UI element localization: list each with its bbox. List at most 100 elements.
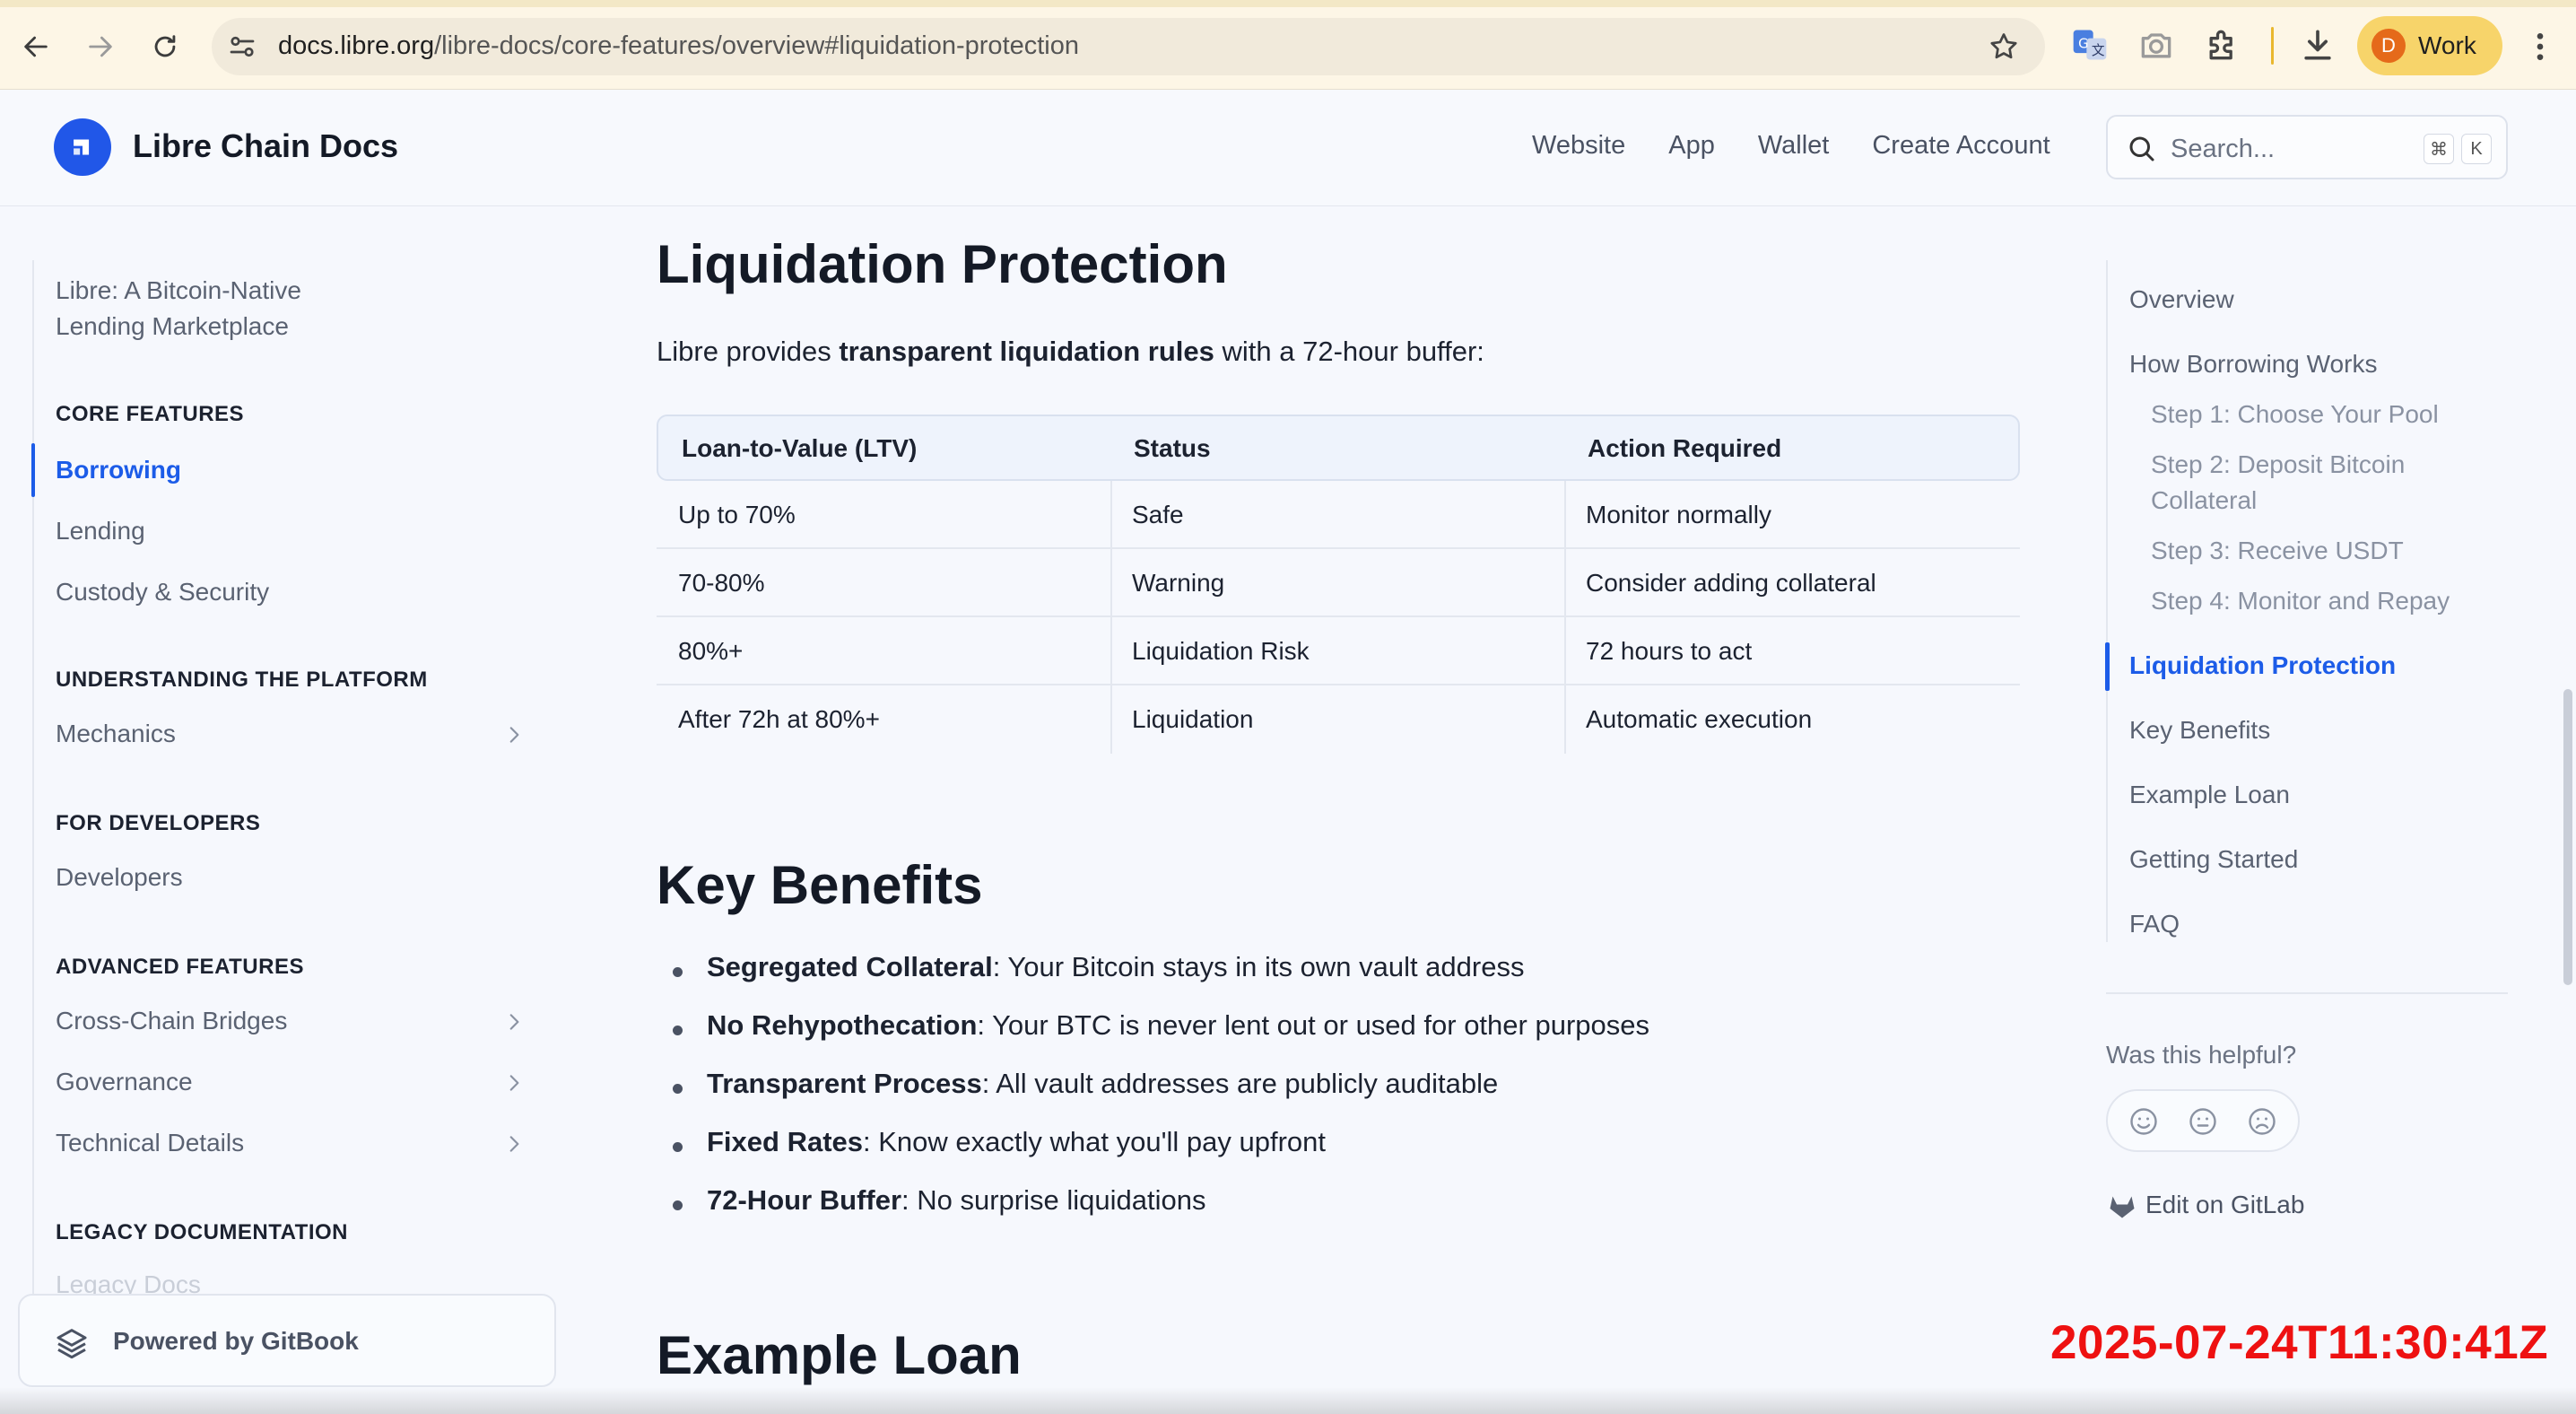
reload-button[interactable] [136, 20, 194, 74]
edit-on-gitlab-link[interactable]: Edit on GitLab [2145, 1191, 2304, 1219]
sidebar-item-technical-details[interactable]: Technical Details [56, 1125, 244, 1161]
chevron-right-icon[interactable] [502, 1010, 526, 1034]
sidebar-section-understanding: UNDERSTANDING THE PLATFORM [56, 668, 428, 692]
svg-text:G: G [2078, 37, 2088, 52]
profile-avatar: D [2371, 29, 2406, 63]
sidebar-item-borrowing[interactable]: Borrowing [56, 452, 181, 488]
tab-strip-edge [0, 0, 2576, 7]
sidebar-item-developers[interactable]: Developers [56, 860, 183, 895]
page-scrollbar[interactable] [2563, 689, 2572, 985]
powered-by-gitbook[interactable]: Powered by GitBook [18, 1294, 556, 1387]
toc-item-how-borrowing-works[interactable]: How Borrowing Works [2129, 346, 2377, 382]
toc-item-liquidation-protection[interactable]: Liquidation Protection [2129, 648, 2396, 684]
site-header: Libre Chain Docs Website App Wallet Crea… [0, 90, 2576, 206]
feedback-buttons [2106, 1089, 2300, 1152]
sidebar-item-governance[interactable]: Governance [56, 1064, 193, 1100]
bottom-shadow [0, 1387, 2576, 1414]
cell-action: Monitor normally [1586, 501, 1771, 528]
profile-button[interactable]: D Work [2357, 16, 2502, 75]
camera-extension-icon[interactable] [2137, 25, 2176, 65]
toc-item-step-4[interactable]: Step 4: Monitor and Repay [2151, 583, 2450, 619]
cell-ltv: After 72h at 80%+ [678, 705, 880, 733]
extensions-puzzle-icon[interactable] [2203, 25, 2242, 65]
toc-item-getting-started[interactable]: Getting Started [2129, 842, 2298, 877]
toc-item-step-2[interactable]: Step 2: Deposit Bitcoin Collateral [2151, 447, 2405, 519]
forward-button[interactable] [72, 20, 129, 74]
sidebar-rail [32, 260, 34, 1337]
site-title[interactable]: Libre Chain Docs [133, 127, 398, 165]
svg-text:文: 文 [2092, 43, 2105, 58]
sidebar-item-lending[interactable]: Lending [56, 513, 145, 549]
toc-item-example-loan[interactable]: Example Loan [2129, 777, 2290, 813]
search-input[interactable]: Search... ⌘ K [2106, 115, 2508, 179]
heading-key-benefits: Key Benefits [657, 855, 983, 915]
sidebar-item-cross-chain-bridges[interactable]: Cross-Chain Bridges [56, 1003, 287, 1039]
address-bar[interactable]: docs.libre.org/libre-docs/core-features/… [212, 18, 2045, 75]
toc-item-overview[interactable]: Overview [2129, 282, 2234, 318]
cell-status: Liquidation Risk [1132, 637, 1310, 665]
nav-link-wallet[interactable]: Wallet [1758, 131, 1830, 161]
reload-icon [154, 35, 176, 57]
url-text: docs.libre.org/libre-docs/core-features/… [278, 31, 1080, 60]
sidebar-section-legacy: LEGACY DOCUMENTATION [56, 1220, 348, 1244]
table-row: Up to 70% Safe Monitor normally [657, 481, 2020, 549]
happy-face-icon[interactable] [2128, 1105, 2160, 1138]
list-item: Segregated Collateral: Your Bitcoin stay… [657, 951, 2020, 1009]
heading-example-loan: Example Loan [657, 1325, 1022, 1385]
sad-face-icon[interactable] [2246, 1105, 2278, 1138]
top-nav: Website App Wallet Create Account [1532, 131, 2050, 161]
sidebar-section-developers: FOR DEVELOPERS [56, 811, 261, 835]
download-icon[interactable] [2298, 25, 2337, 65]
table-row: 80%+ Liquidation Risk 72 hours to act [657, 617, 2020, 685]
site-settings-icon[interactable] [226, 31, 258, 63]
cell-ltv: 70-80% [678, 569, 765, 597]
libre-logo-icon [74, 139, 90, 155]
browser-toolbar: docs.libre.org/libre-docs/core-features/… [0, 0, 2576, 90]
column-header-action: Action Required [1588, 434, 1782, 462]
search-icon [2129, 136, 2154, 161]
bullet-dot [673, 1142, 683, 1152]
list-item: No Rehypothecation: Your BTC is never le… [657, 1009, 2020, 1068]
toolbar-divider [2271, 27, 2274, 65]
main-content: Liquidation Protection Libre provides tr… [657, 206, 2020, 1414]
table-header: Loan-to-Value (LTV) Status Action Requir… [657, 415, 2020, 481]
cell-status: Liquidation [1132, 705, 1254, 733]
toc-item-faq[interactable]: FAQ [2129, 906, 2180, 942]
list-item: 72-Hour Buffer: No surprise liquidations [657, 1184, 2020, 1243]
sidebar-item-intro[interactable]: Libre: A Bitcoin-Native Lending Marketpl… [56, 273, 301, 345]
bookmark-star-icon[interactable] [1988, 31, 2020, 63]
toc-item-step-3[interactable]: Step 3: Receive USDT [2151, 533, 2404, 569]
sidebar-item-custody-security[interactable]: Custody & Security [56, 574, 269, 610]
toc-active-indicator [2105, 642, 2110, 691]
chevron-right-icon[interactable] [502, 1071, 526, 1095]
nav-link-website[interactable]: Website [1532, 131, 1625, 161]
sidebar-item-mechanics[interactable]: Mechanics [56, 716, 176, 752]
cell-status: Safe [1132, 501, 1184, 528]
nav-link-app[interactable]: App [1668, 131, 1715, 161]
left-sidebar: Libre: A Bitcoin-Native Lending Marketpl… [0, 206, 574, 1414]
cell-action: 72 hours to act [1586, 637, 1753, 665]
shortcut-cmd-key: ⌘ [2424, 134, 2454, 164]
nav-link-create-account[interactable]: Create Account [1872, 131, 2049, 161]
brand-logo[interactable] [54, 118, 111, 176]
timestamp-overlay: 2025-07-24T11:30:41Z [2050, 1316, 2549, 1369]
browser-menu-icon[interactable] [2522, 27, 2558, 66]
toc-rail [2106, 260, 2108, 942]
back-button[interactable] [7, 20, 65, 74]
toc-item-key-benefits[interactable]: Key Benefits [2129, 712, 2270, 748]
neutral-face-icon[interactable] [2187, 1105, 2219, 1138]
translate-extension-icon[interactable]: G文 [2070, 25, 2110, 65]
bullet-dot [673, 1200, 683, 1210]
toc-item-step-1[interactable]: Step 1: Choose Your Pool [2151, 397, 2439, 432]
bullet-dot [673, 967, 683, 977]
shortcut-k-key: K [2461, 134, 2492, 164]
arrow-right-icon [89, 36, 112, 57]
heading-liquidation-protection: Liquidation Protection [657, 234, 1228, 294]
cell-action: Automatic execution [1586, 705, 1813, 733]
chevron-right-icon[interactable] [502, 723, 526, 746]
chevron-right-icon[interactable] [502, 1132, 526, 1156]
bullet-dot [673, 1026, 683, 1035]
profile-name: Work [2418, 31, 2476, 59]
list-item: Transparent Process: All vault addresses… [657, 1068, 2020, 1126]
sidebar-active-indicator [31, 443, 35, 497]
